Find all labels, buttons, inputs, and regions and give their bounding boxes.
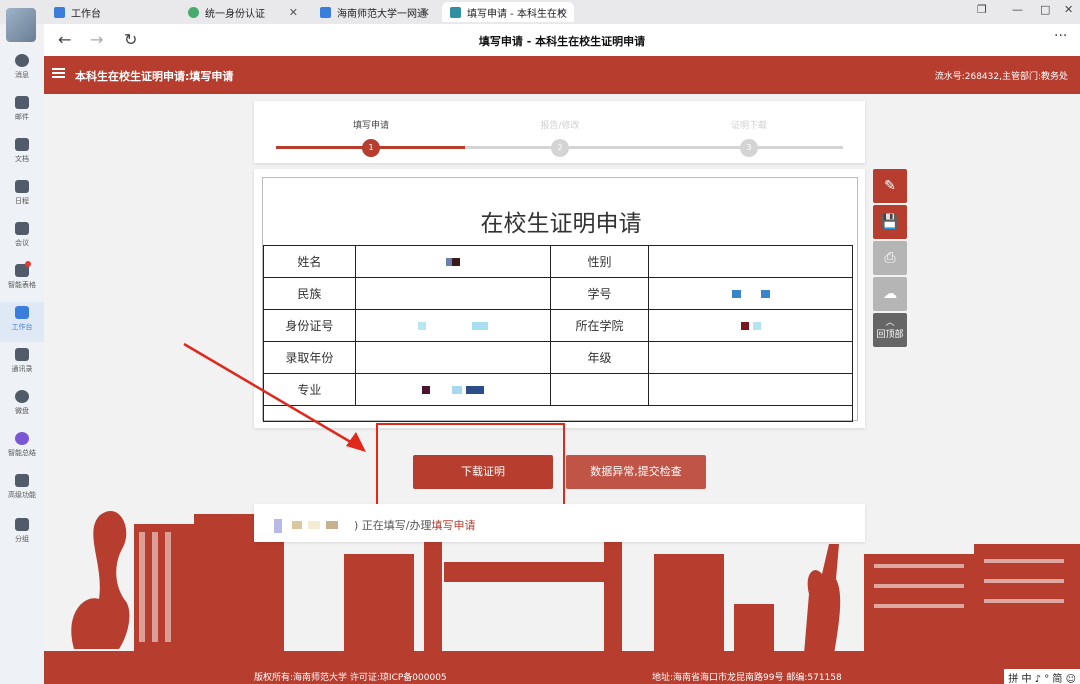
sidebar-item-calendar[interactable]: 日程 xyxy=(0,180,44,206)
disk-icon xyxy=(15,390,29,403)
advanced-icon xyxy=(15,474,29,487)
avatar-redacted xyxy=(274,519,282,533)
name-redacted xyxy=(308,521,320,529)
close-window-icon[interactable]: ✕ xyxy=(1064,3,1073,16)
app-avatar[interactable] xyxy=(6,8,36,42)
status-card: ) 正在填写/办理填写申请 xyxy=(254,504,865,542)
browser-tabbar: 工作台 统一身份认证 ✕ 海南师范大学一网通 ✕ 填写申请 - 本科生在校 ✕ … xyxy=(0,0,1080,24)
maximize-icon[interactable]: □ xyxy=(1040,3,1050,16)
window-title: 填写申请 - 本科生在校生证明申请 xyxy=(478,35,646,48)
status-highlight: 填写申请 xyxy=(431,519,476,532)
meeting-icon xyxy=(15,222,29,235)
tab-application[interactable]: 填写申请 - 本科生在校 ✕ xyxy=(442,2,574,22)
status-text: ) 正在填写/办理填写申请 xyxy=(354,519,476,532)
sidebar-item-mail[interactable]: 邮件 xyxy=(0,96,44,122)
more-icon[interactable]: ··· xyxy=(1054,28,1067,44)
sidebar-item-advanced[interactable]: 高级功能 xyxy=(0,474,44,500)
ime-toolbar[interactable]: 拼 中 ♪ ° 简 ☺ xyxy=(1004,669,1080,684)
tab-auth[interactable]: 统一身份认证 ✕ xyxy=(180,2,306,22)
tab-workbench[interactable]: 工作台 xyxy=(46,2,176,22)
portal-icon xyxy=(320,6,331,18)
sidebar-item-disk[interactable]: 微盘 xyxy=(0,390,44,416)
name-redacted xyxy=(292,521,302,529)
footer-address: 地址:海南省海口市龙昆南路99号 邮编:571158 xyxy=(652,673,842,683)
navigation-bar: ← → ↻ 填写申请 - 本科生在校生证明申请 ··· xyxy=(44,24,1080,56)
grid-icon xyxy=(15,306,29,319)
sidebar-item-summary[interactable]: 智能总结 xyxy=(0,432,44,458)
application-icon xyxy=(450,6,461,18)
auth-icon xyxy=(188,6,199,18)
app-title: 本科生在校生证明申请:填写申请 xyxy=(75,70,234,83)
sidebar-item-messages[interactable]: 消息 xyxy=(0,54,44,80)
main-content: 填写申请 报告/修改 证明下载 1 2 3 在校生证明申请 姓名 性别 民族 学… xyxy=(44,94,1080,684)
tab-portal[interactable]: 海南师范大学一网通 ✕ xyxy=(312,2,438,22)
summary-icon xyxy=(15,432,29,445)
notification-dot xyxy=(25,261,31,267)
serial-number: 流水号:268432,主管部门:教务处 xyxy=(934,72,1068,82)
menu-icon[interactable] xyxy=(52,68,65,78)
sidebar-item-workbench[interactable]: 工作台 xyxy=(0,302,44,342)
sidebar-item-contacts[interactable]: 通讯录 xyxy=(0,348,44,374)
close-icon[interactable]: ✕ xyxy=(421,6,430,19)
close-icon[interactable]: ✕ xyxy=(289,6,298,19)
tag-icon xyxy=(15,518,29,531)
sidebar-item-smart-sheet[interactable]: 智能表格 xyxy=(0,261,44,290)
site-footer: 版权所有:海南师范大学 许可证:琼ICP备000005 地址:海南省海口市龙昆南… xyxy=(44,651,1080,684)
close-icon[interactable]: ✕ xyxy=(557,6,566,19)
sidebar-item-docs[interactable]: 文档 xyxy=(0,138,44,164)
chat-icon xyxy=(15,54,29,67)
name-redacted xyxy=(326,521,338,529)
workbench-icon xyxy=(54,6,65,18)
app-sidebar: 消息 邮件 文档 日程 会议 智能表格 工作台 通讯录 微盘 智能总结 高级功能… xyxy=(0,44,44,684)
contacts-icon xyxy=(15,348,29,361)
sidebar-item-group[interactable]: 分组 xyxy=(0,518,44,544)
mail-icon xyxy=(15,96,29,109)
restore-window-icon[interactable]: ❐ xyxy=(977,3,987,16)
minimize-icon[interactable]: — xyxy=(1012,3,1023,16)
document-icon xyxy=(15,138,29,151)
calendar-icon xyxy=(15,180,29,193)
footer-copyright: 版权所有:海南师范大学 许可证:琼ICP备000005 xyxy=(254,673,447,683)
app-header: 本科生在校生证明申请:填写申请 流水号:268432,主管部门:教务处 xyxy=(44,56,1080,94)
sidebar-item-meeting[interactable]: 会议 xyxy=(0,222,44,248)
